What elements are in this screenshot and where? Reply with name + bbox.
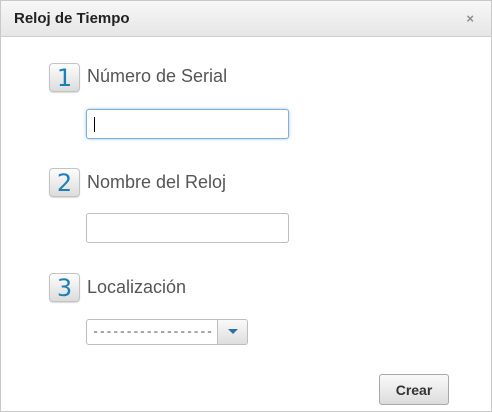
reloj-dialog: Reloj de Tiempo × 1 Número de Serial 2 N… [0,0,492,412]
location-select[interactable]: ------------------------ [86,319,248,345]
step-2-badge: 2 [49,168,80,197]
create-button[interactable]: Crear [379,374,449,405]
dialog-titlebar: Reloj de Tiempo × [1,1,491,37]
location-selected-value: ------------------------ [92,325,212,339]
step-3-badge: 3 [49,273,80,302]
step-1-badge: 1 [49,63,80,92]
text-caret [94,117,95,132]
chevron-down-icon [228,329,238,334]
location-label: Localización [87,277,187,297]
dialog-title: Reloj de Tiempo [14,10,130,27]
serial-number-input[interactable] [86,109,289,139]
dropdown-button[interactable] [217,320,247,344]
clock-name-label: Nombre del Reloj [87,172,227,192]
serial-number-label: Número de Serial [87,66,228,86]
close-icon[interactable]: × [466,12,474,25]
clock-name-input[interactable] [86,213,289,243]
